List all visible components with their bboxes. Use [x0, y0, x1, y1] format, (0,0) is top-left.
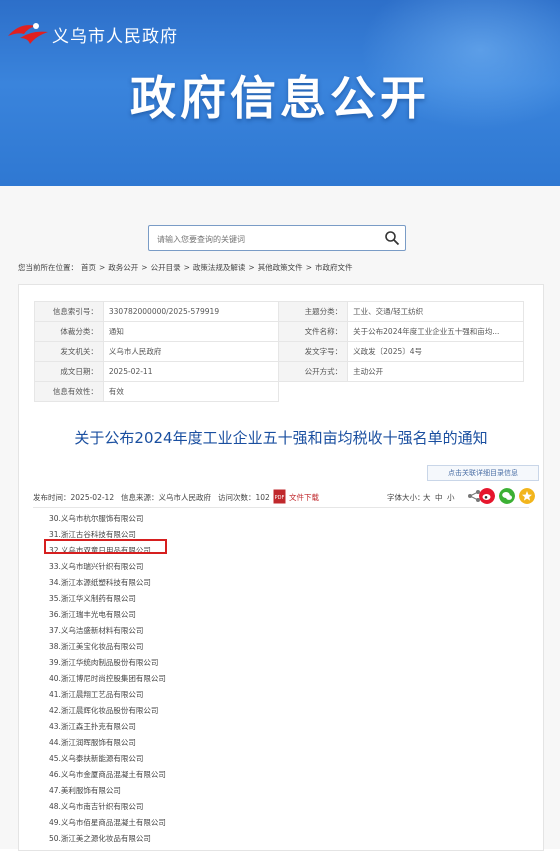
search-icon[interactable] [384, 230, 400, 246]
breadcrumb-item-policy[interactable]: 政策法规及解读 [193, 263, 246, 272]
breadcrumb-item-city-docs[interactable]: 市政府文件 [315, 263, 353, 272]
list-item: 40.浙江博尼时尚控股集团有限公司 [49, 674, 166, 683]
breadcrumb-separator: > [248, 263, 255, 272]
meta-key: 主题分类： [278, 301, 349, 322]
metadata-row: 体裁分类： 通知 文件名称： 关于公布2024年度工业企业五十强和亩均... [34, 321, 524, 342]
breadcrumb-item-other-policy[interactable]: 其他政策文件 [258, 263, 303, 272]
emblem-logo-icon[interactable] [6, 18, 50, 46]
meta-value: 义乌市人民政府 [102, 341, 280, 362]
meta-key: 信息有效性： [34, 381, 104, 402]
meta-key: 成文日期： [34, 361, 104, 382]
breadcrumb-item-gov-affairs[interactable]: 政务公开 [108, 263, 138, 272]
content-panel: 信息索引号： 330782000000/2025-579919 主题分类： 工业… [18, 284, 544, 851]
company-list: 30.义乌市杭尔服饰有限公司 31.浙江古谷科技有限公司 32.义乌市双童日用品有限… [49, 511, 166, 847]
meta-value: 主动公开 [347, 361, 524, 382]
banner-title: 政府信息公开 [130, 71, 430, 125]
metadata-row: 成文日期： 2025-02-11 公开方式： 主动公开 [34, 361, 524, 382]
site-name[interactable]: 义乌市人民政府 [52, 22, 178, 47]
meta-key: 信息索引号： [34, 301, 104, 322]
list-item: 44.浙江润晖服饰有限公司 [49, 738, 136, 747]
list-item: 49.义乌市佰星商品混凝土有限公司 [49, 818, 166, 827]
meta-value: 工业、交通/轻工纺织 [347, 301, 524, 322]
wechat-icon[interactable] [499, 488, 515, 504]
list-item: 46.义乌市金厦商品混凝土有限公司 [49, 770, 166, 779]
highlight-box [44, 539, 167, 554]
metadata-table: 信息索引号： 330782000000/2025-579919 主题分类： 工业… [34, 301, 524, 402]
meta-value: 通知 [102, 321, 280, 342]
breadcrumb-separator: > [183, 263, 190, 272]
list-item: 36.浙江瑞丰光电有限公司 [49, 610, 136, 619]
font-size-label: 字体大小： [387, 493, 425, 502]
font-medium-button[interactable]: 中 [435, 492, 443, 503]
meta-key: 公开方式： [278, 361, 349, 382]
meta-value: 有效 [102, 381, 280, 402]
list-item: 43.浙江森王扑克有限公司 [49, 722, 136, 731]
file-download-link[interactable]: 文件下载 [289, 492, 319, 503]
breadcrumb: 您当前所在位置： 首页 > 政务公开 > 公开目录 > 政策法规及解读 > 其他政策文件 > 市政府文… [18, 262, 355, 273]
catalog-info-button[interactable]: 点击关联详细目录信息 [427, 465, 539, 481]
breadcrumb-separator: > [141, 263, 148, 272]
metadata-row: 信息有效性： 有效 [34, 381, 524, 402]
list-item: 34.浙江本源纸塑科技有限公司 [49, 578, 151, 587]
list-item: 41.浙江晨翔工艺品有限公司 [49, 690, 144, 699]
list-item: 38.浙江美宝化妆品有限公司 [49, 642, 144, 651]
meta-key-empty [278, 381, 348, 402]
list-item: 45.义乌泰扶新能源有限公司 [49, 754, 144, 763]
meta-value: 关于公布2024年度工业企业五十强和亩均... [347, 321, 524, 342]
font-small-button[interactable]: 小 [447, 492, 455, 503]
search-input[interactable] [155, 230, 379, 248]
pdf-download-icon[interactable]: PDF [273, 489, 286, 504]
meta-key: 发文机关： [34, 341, 104, 362]
info-source: 信息来源：义乌市人民政府 [121, 493, 211, 502]
list-item: 48.义乌市南吉针织有限公司 [49, 802, 144, 811]
weibo-icon[interactable] [479, 488, 495, 504]
meta-value: 2025-02-11 [102, 361, 280, 382]
search-box [148, 225, 406, 251]
site-header: 义乌市人民政府 政府信息公开 [0, 0, 560, 186]
document-title: 关于公布2024年度工业企业五十强和亩均税收十强名单的通知 [74, 429, 488, 447]
breadcrumb-label: 您当前所在位置： [18, 263, 78, 272]
meta-key: 文件名称： [278, 321, 349, 342]
meta-key: 体裁分类： [34, 321, 104, 342]
list-item: 42.浙江晨辉化妆品股份有限公司 [49, 706, 159, 715]
svg-text:PDF: PDF [275, 495, 285, 501]
font-large-button[interactable]: 大 [423, 492, 431, 503]
publish-info-bar: 发布时间：2025-02-12 信息来源：义乌市人民政府 访问次数：102 PD… [33, 487, 535, 508]
list-item: 50.浙江美之源化妆品有限公司 [49, 834, 151, 843]
publish-time: 发布时间：2025-02-12 [33, 493, 115, 502]
list-item: 35.浙江华义制药有限公司 [49, 594, 136, 603]
list-item: 37.义乌洁盛新材料有限公司 [49, 626, 144, 635]
metadata-row: 发文机关： 义乌市人民政府 发文字号： 义政发〔2025〕4号 [34, 341, 524, 362]
page-frame: 义乌市人民政府 政府信息公开 您当前所在位置：首页>政务公开>公开目录>政策法规… [0, 0, 560, 851]
visit-count: 访问次数：102 [218, 493, 270, 502]
list-item: 39.浙江华统肉制品股份有限公司 [49, 658, 159, 667]
breadcrumb-item-home[interactable]: 首页 [81, 263, 96, 272]
list-item: 30.义乌市杭尔服饰有限公司 [49, 514, 144, 523]
breadcrumb-separator: > [305, 263, 312, 272]
meta-value: 330782000000/2025-579919 [102, 301, 280, 322]
meta-value: 义政发〔2025〕4号 [347, 341, 524, 362]
meta-value-empty [348, 382, 524, 402]
list-item: 47.美利服饰有限公司 [49, 786, 121, 795]
favorite-star-icon[interactable] [519, 488, 535, 504]
breadcrumb-item-catalog[interactable]: 公开目录 [151, 263, 181, 272]
meta-key: 发文字号： [278, 341, 349, 362]
metadata-row: 信息索引号： 330782000000/2025-579919 主题分类： 工业… [34, 301, 524, 322]
list-item: 33.义乌市瑞兴针织有限公司 [49, 562, 144, 571]
breadcrumb-separator: > [99, 263, 106, 272]
